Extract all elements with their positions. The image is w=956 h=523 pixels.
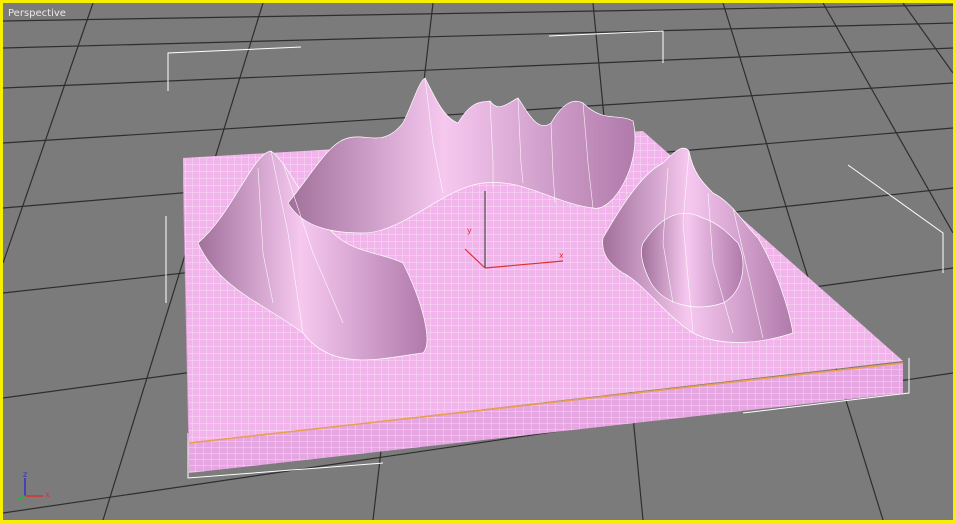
view-axis-z-label: z bbox=[23, 470, 27, 479]
gizmo-x-label: x bbox=[559, 251, 564, 260]
viewport-scene[interactable]: y x z x bbox=[3, 3, 953, 520]
gizmo-y-label: y bbox=[467, 226, 472, 235]
view-axis-x-label: x bbox=[45, 490, 50, 499]
viewport-label[interactable]: Perspective bbox=[8, 8, 66, 19]
perspective-viewport[interactable]: Perspective y x z x bbox=[0, 0, 956, 523]
view-axis-tripod-icon: z x bbox=[16, 470, 50, 501]
